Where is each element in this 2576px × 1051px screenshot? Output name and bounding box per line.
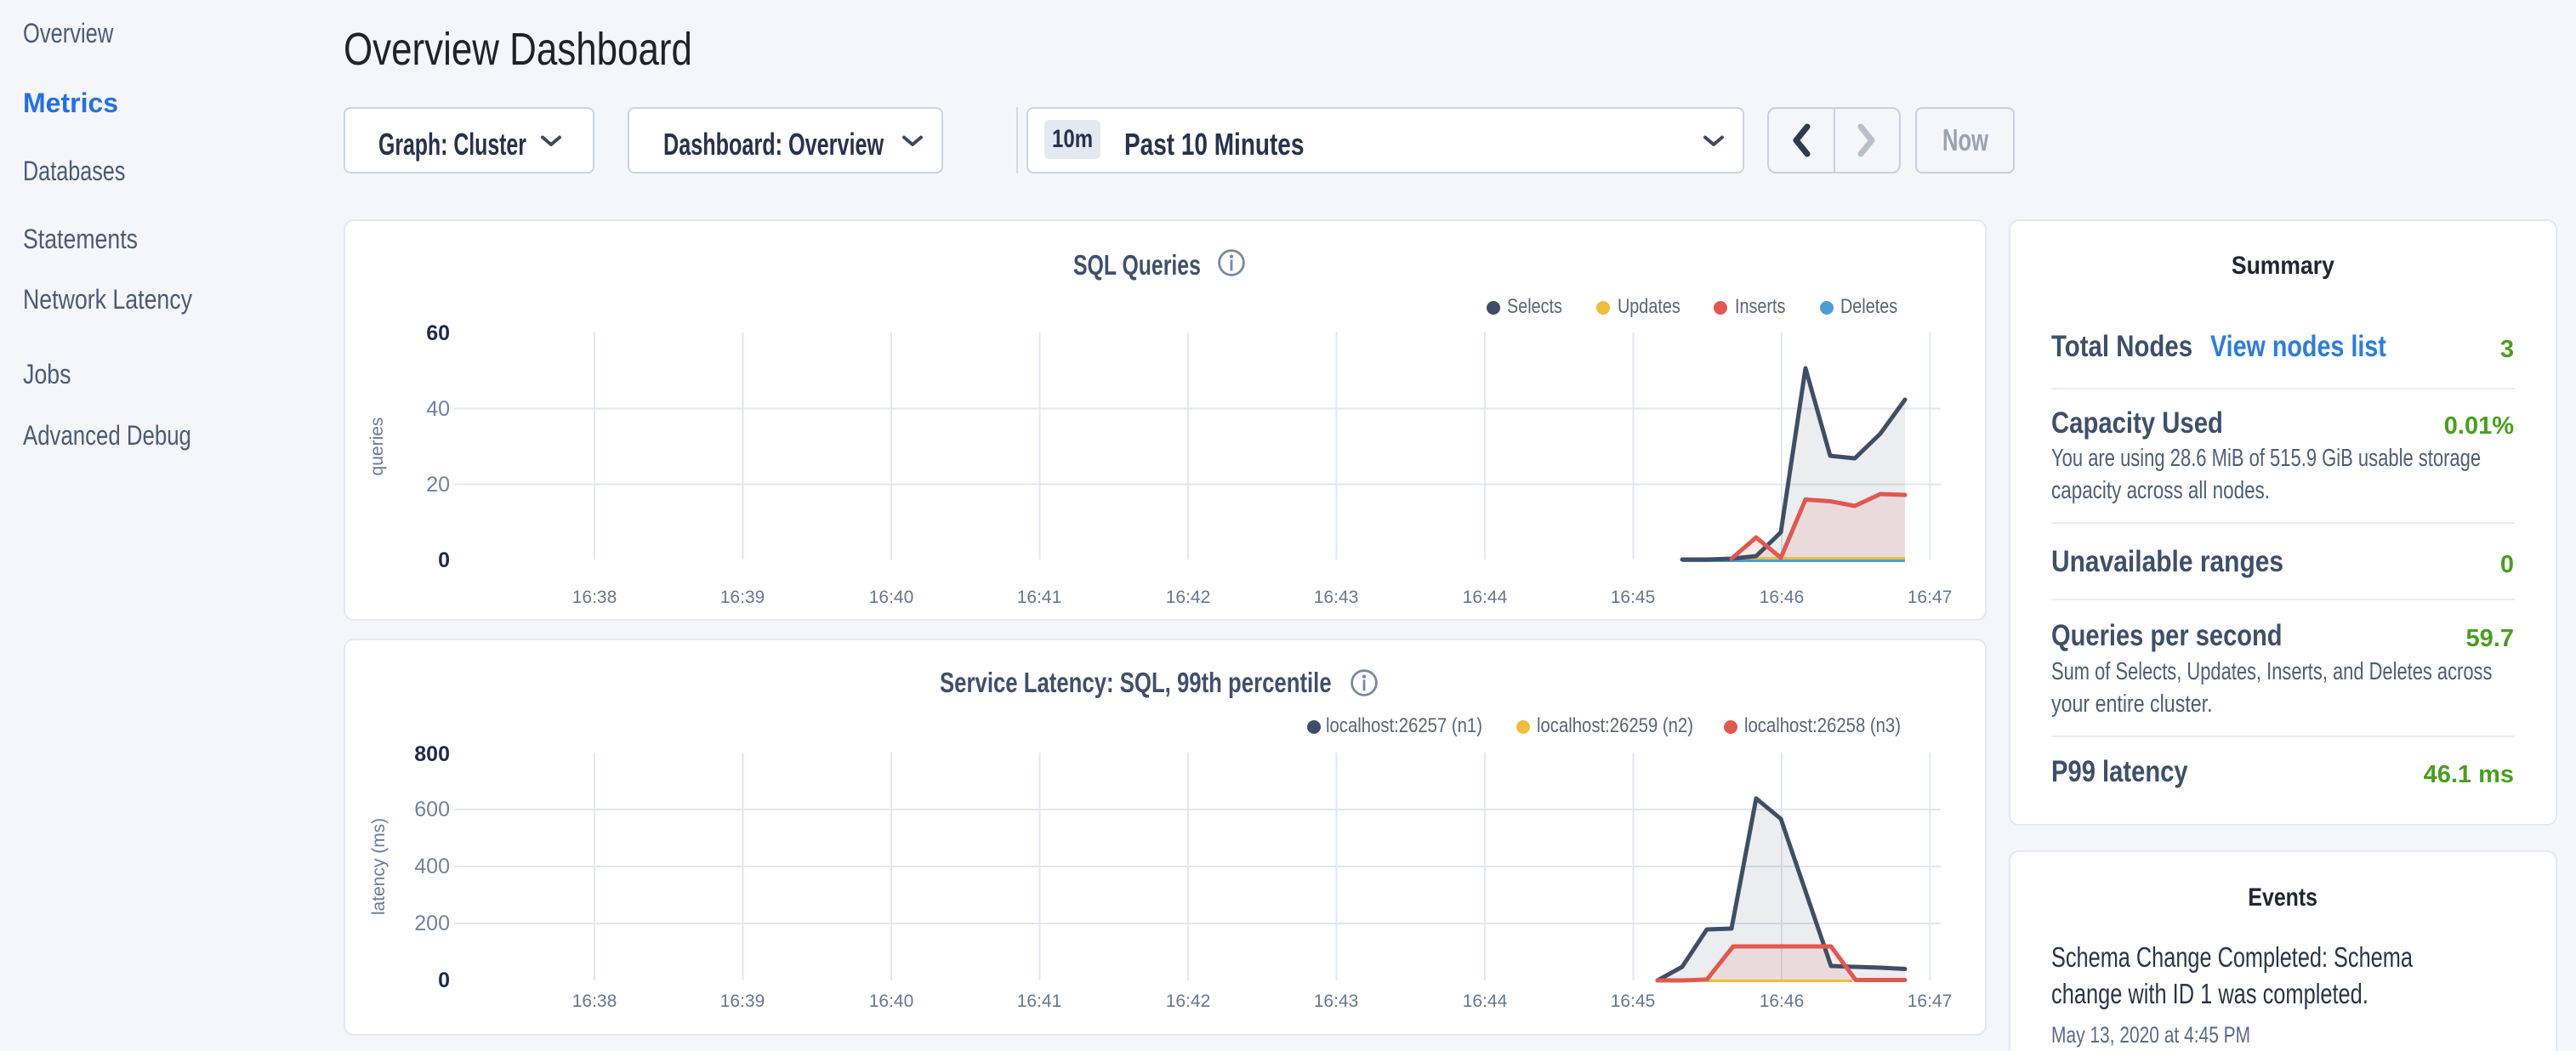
svg-text:200: 200 <box>414 912 450 935</box>
svg-text:16:40: 16:40 <box>869 991 914 1011</box>
svg-text:0: 0 <box>438 969 450 992</box>
svg-text:16:38: 16:38 <box>572 588 617 607</box>
svg-text:16:42: 16:42 <box>1166 588 1211 607</box>
svg-text:16:40: 16:40 <box>869 588 914 607</box>
svg-text:16:44: 16:44 <box>1463 588 1508 607</box>
svg-text:16:43: 16:43 <box>1314 588 1359 607</box>
svg-text:16:42: 16:42 <box>1166 991 1211 1011</box>
svg-text:16:43: 16:43 <box>1314 991 1359 1011</box>
svg-text:16:47: 16:47 <box>1908 991 1953 1011</box>
svg-text:16:46: 16:46 <box>1760 588 1805 607</box>
svg-text:60: 60 <box>426 321 450 345</box>
svg-text:800: 800 <box>414 742 450 766</box>
svg-text:16:45: 16:45 <box>1611 588 1656 607</box>
svg-text:16:38: 16:38 <box>572 991 617 1011</box>
svg-text:16:39: 16:39 <box>720 991 765 1011</box>
svg-text:16:41: 16:41 <box>1017 588 1062 607</box>
svg-text:0: 0 <box>438 548 450 572</box>
svg-text:latency (ms): latency (ms) <box>369 818 389 915</box>
svg-text:600: 600 <box>414 798 450 821</box>
svg-text:16:41: 16:41 <box>1017 991 1062 1011</box>
svg-text:16:44: 16:44 <box>1463 991 1508 1011</box>
svg-text:16:45: 16:45 <box>1611 991 1656 1011</box>
svg-text:16:46: 16:46 <box>1760 991 1805 1011</box>
svg-text:16:39: 16:39 <box>720 588 765 607</box>
svg-text:400: 400 <box>414 855 450 878</box>
svg-text:40: 40 <box>426 397 450 421</box>
svg-text:20: 20 <box>426 473 450 497</box>
svg-text:16:47: 16:47 <box>1908 588 1953 607</box>
svg-text:queries: queries <box>367 418 387 476</box>
